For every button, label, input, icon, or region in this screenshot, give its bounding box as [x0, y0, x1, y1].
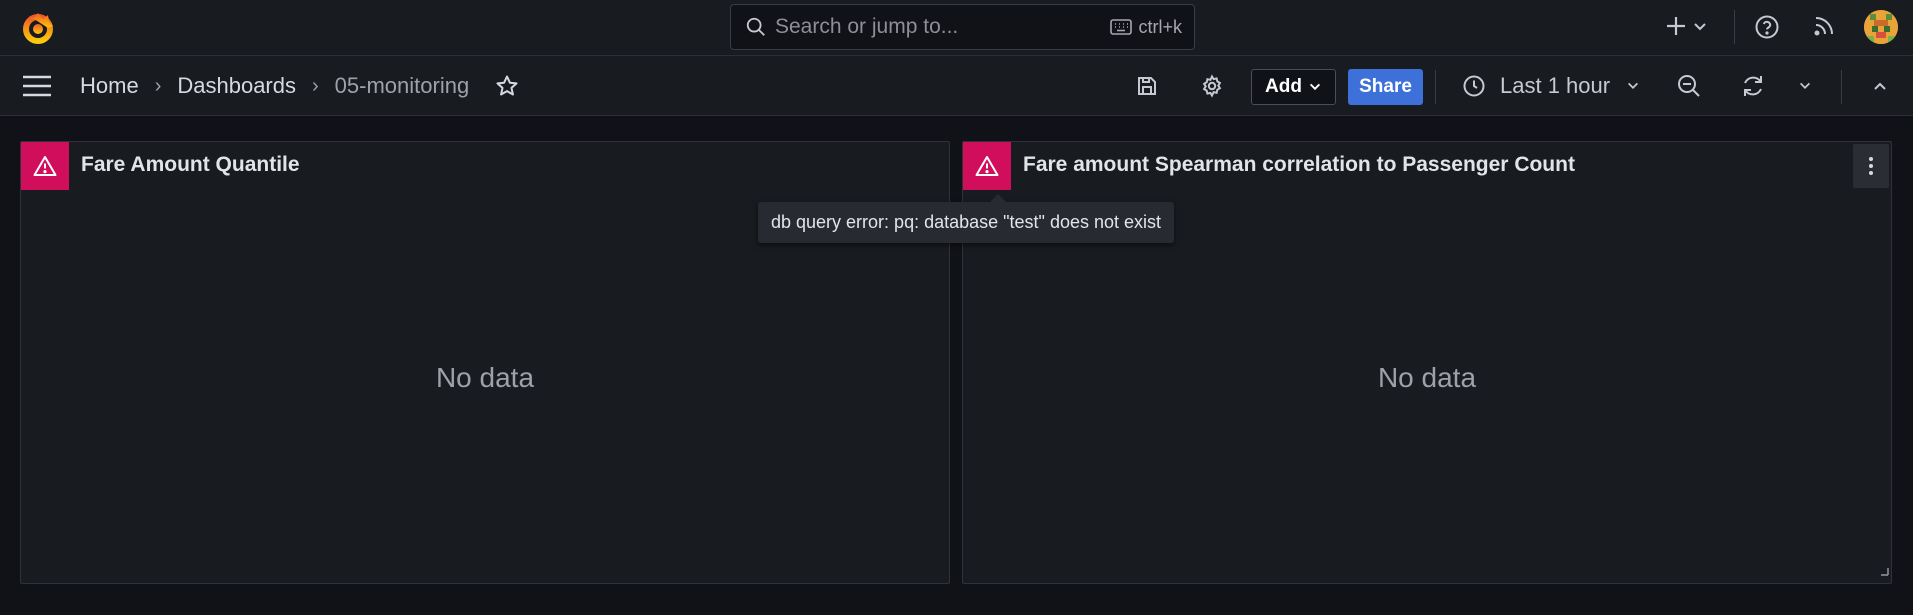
dashboard-nav-bar: Home › Dashboards › 05-monitoring Add Sh… [0, 56, 1913, 116]
gear-icon [1202, 74, 1222, 98]
warning-icon [975, 156, 999, 176]
menu-toggle-button[interactable] [22, 74, 52, 98]
new-menu-button[interactable] [1664, 14, 1708, 38]
collapse-nav-button[interactable] [1864, 70, 1896, 102]
star-icon [496, 75, 518, 96]
plus-icon [1667, 17, 1685, 35]
help-button[interactable] [1754, 14, 1780, 40]
resize-handle[interactable] [1879, 563, 1889, 581]
resize-handle-icon [1881, 568, 1889, 576]
breadcrumb-separator: › [154, 74, 162, 97]
panel-title: Fare amount Spearman correlation to Pass… [1023, 153, 1575, 176]
chevron-down-icon [1694, 23, 1706, 31]
clock-icon [1463, 75, 1485, 97]
search-shortcut-text: ctrl+k [1138, 16, 1182, 37]
time-range-picker[interactable]: Last 1 hour [1462, 70, 1640, 102]
help-icon [1755, 15, 1779, 39]
kebab-menu-icon [1869, 157, 1873, 175]
no-data-message: No data [1377, 362, 1477, 393]
grafana-logo-icon[interactable] [20, 10, 56, 46]
breadcrumb: Home › Dashboards › 05-monitoring [80, 56, 519, 116]
divider [1435, 70, 1436, 104]
rss-icon [1814, 17, 1833, 36]
no-data-message: No data [435, 362, 535, 393]
divider [1841, 70, 1842, 104]
chevron-down-icon [1309, 83, 1321, 91]
search-shortcut-hint: ctrl+k [1110, 17, 1182, 38]
panel-menu-button[interactable] [1853, 144, 1889, 188]
refresh-button[interactable] [1737, 70, 1769, 102]
dashboard-settings-button[interactable] [1196, 70, 1228, 102]
breadcrumb-separator: › [312, 74, 319, 97]
search-bar[interactable]: ctrl+k [730, 4, 1195, 50]
time-range-label: Last 1 hour [1500, 73, 1611, 98]
zoom-out-button[interactable] [1673, 70, 1705, 102]
chevron-up-icon [1874, 82, 1886, 90]
search-input[interactable] [775, 5, 1111, 49]
breadcrumb-home[interactable]: Home [80, 73, 139, 99]
top-bar: ctrl+k [0, 0, 1913, 56]
error-tooltip: db query error: pq: database "test" does… [758, 194, 1175, 243]
refresh-interval-button[interactable] [1789, 70, 1821, 102]
refresh-icon [1744, 76, 1762, 96]
chevron-down-icon [1628, 82, 1639, 89]
news-button[interactable] [1812, 14, 1836, 38]
panel-error-indicator[interactable] [963, 142, 1011, 190]
hamburger-icon [23, 75, 51, 97]
panel-title: Fare Amount Quantile [81, 153, 300, 176]
save-dashboard-button[interactable] [1131, 70, 1163, 102]
search-icon [746, 17, 765, 36]
divider [1734, 10, 1735, 44]
keyboard-icon [1110, 19, 1133, 35]
breadcrumb-current: 05-monitoring [334, 73, 470, 98]
warning-icon [33, 156, 57, 176]
zoom-out-icon [1678, 75, 1700, 97]
share-button-label: Share [1359, 76, 1412, 97]
add-button[interactable]: Add [1251, 69, 1336, 105]
save-icon [1138, 77, 1156, 95]
add-button-label: Add [1265, 76, 1302, 97]
favorite-button[interactable] [495, 74, 519, 98]
breadcrumb-dashboards[interactable]: Dashboards [177, 73, 296, 99]
share-button[interactable]: Share [1348, 69, 1423, 105]
panel-error-indicator[interactable] [21, 142, 69, 190]
user-avatar[interactable] [1864, 10, 1898, 44]
chevron-down-icon [1800, 82, 1810, 89]
